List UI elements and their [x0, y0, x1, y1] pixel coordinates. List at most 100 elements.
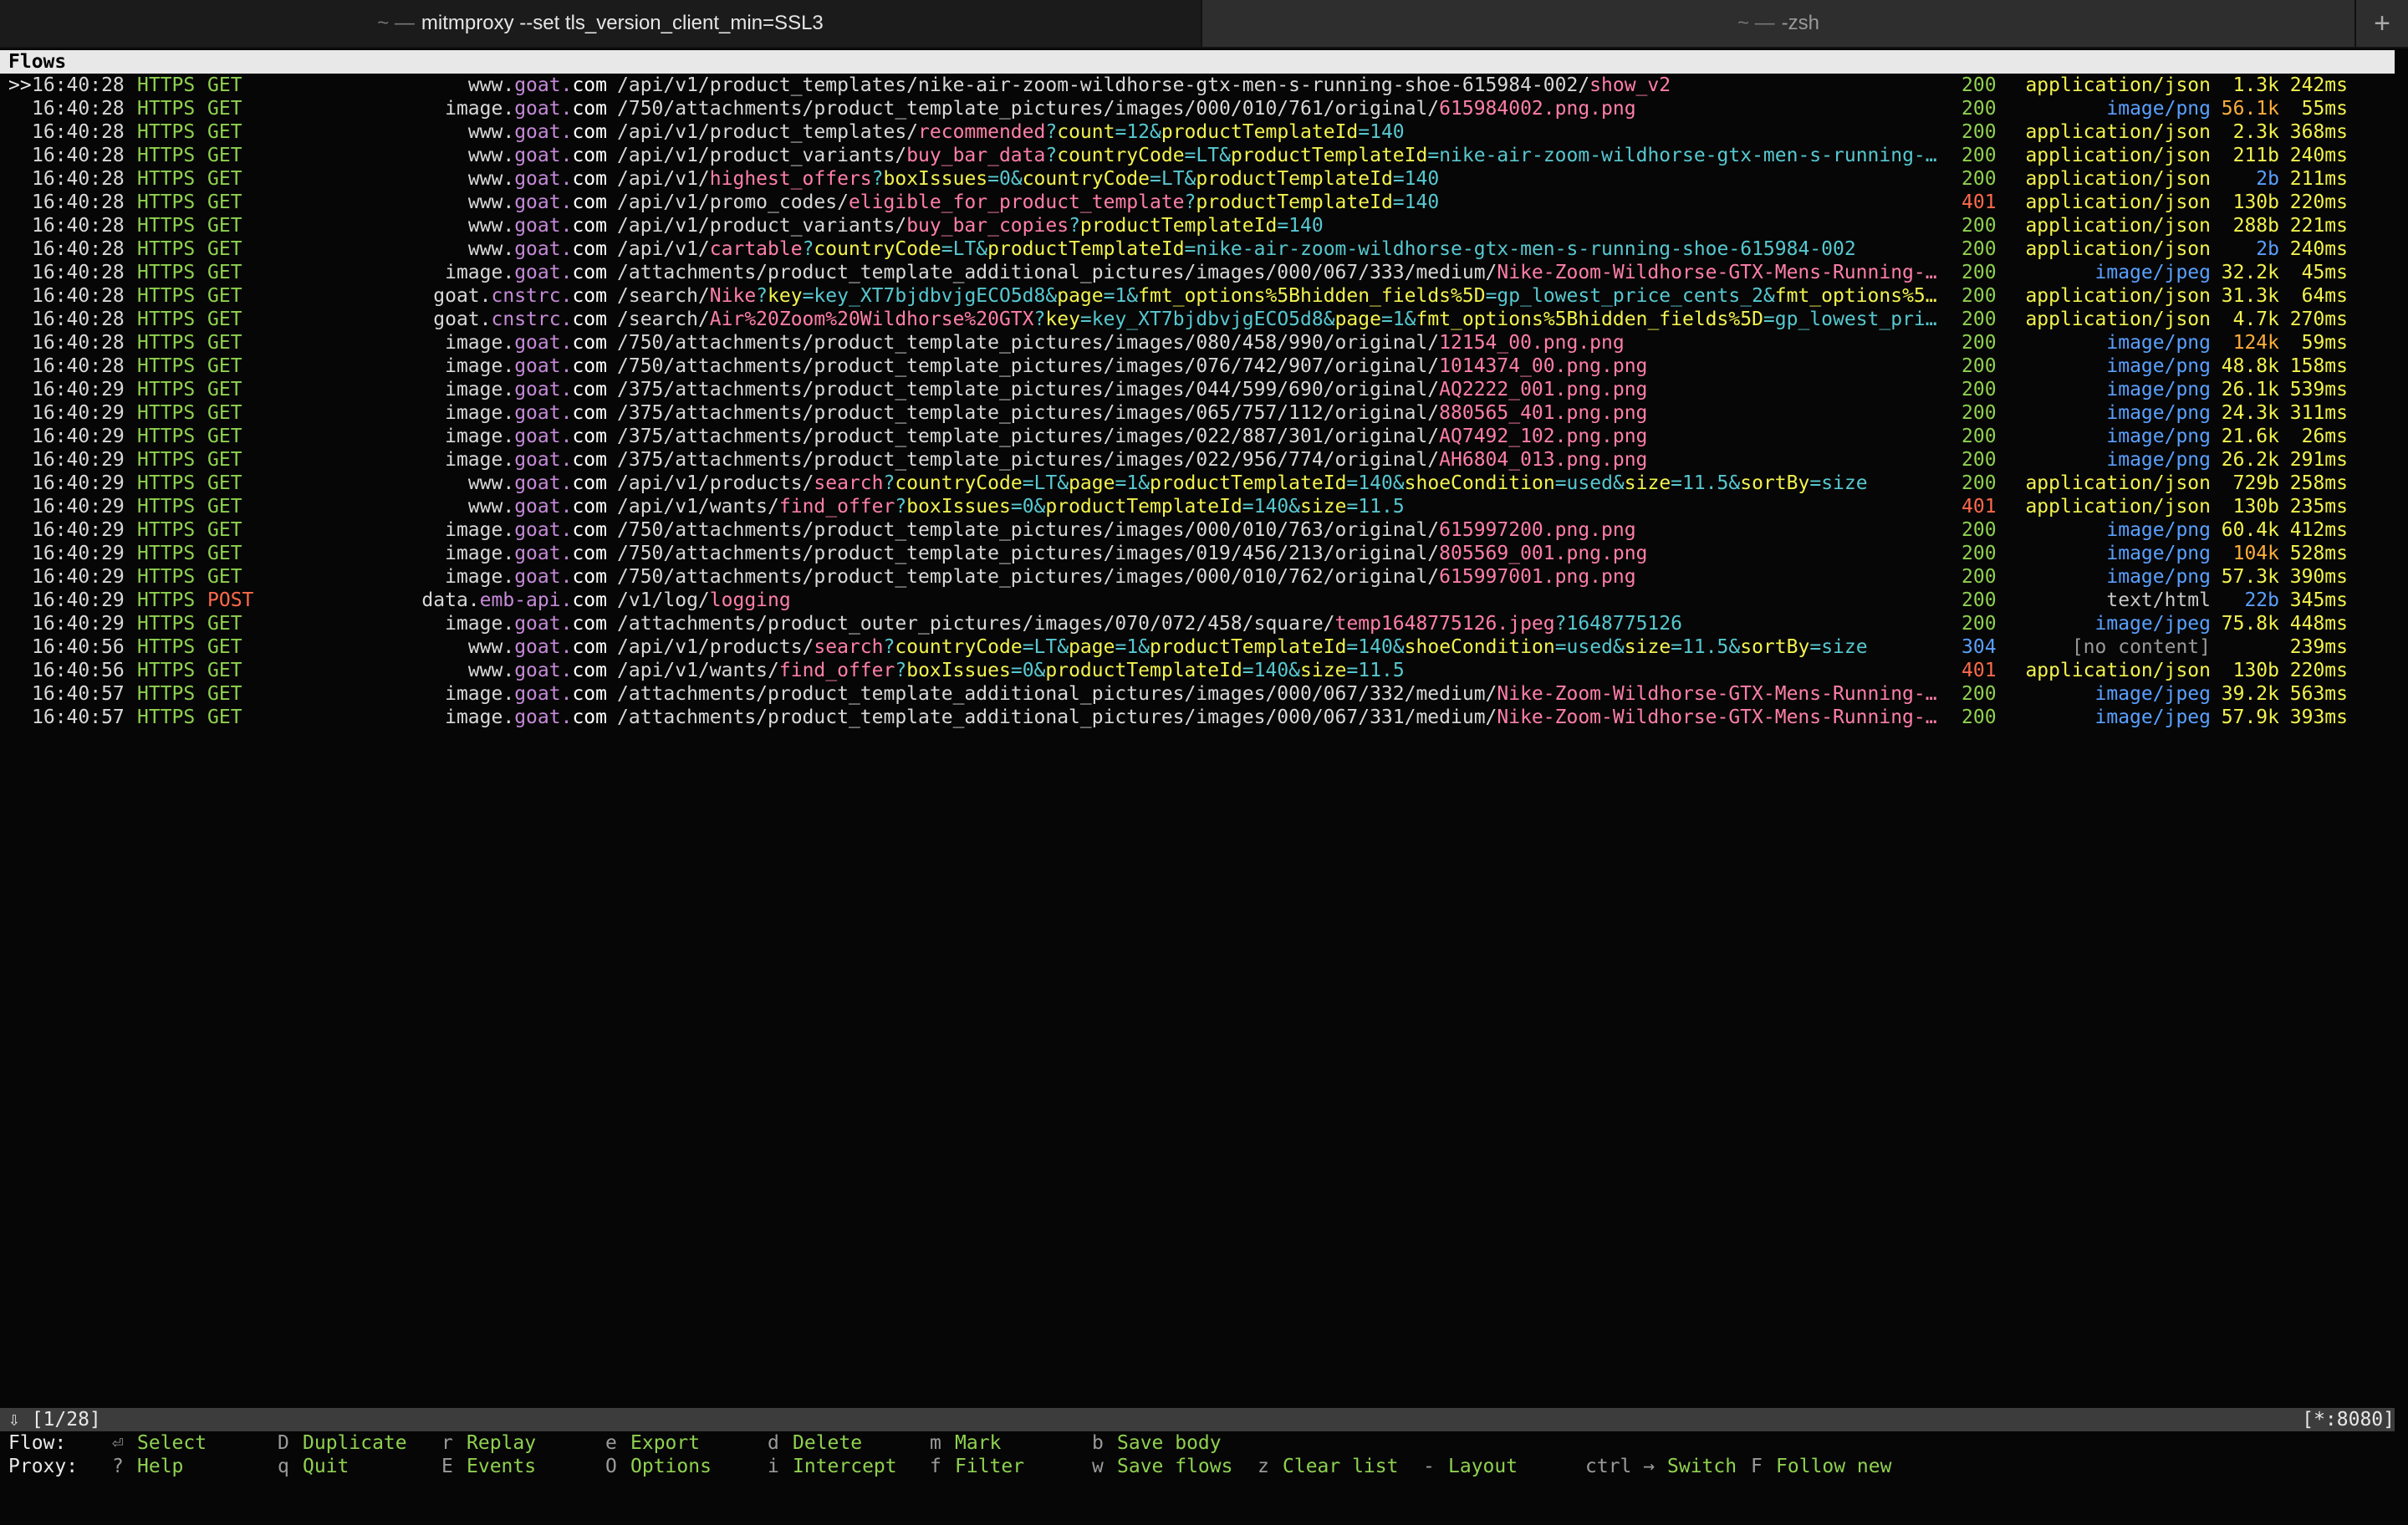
flow-method: GET [207, 191, 242, 213]
flow-row[interactable]: 16:40:28 HTTPS GET www.goat.com/api/v1/prod… [0, 214, 2408, 237]
host-subdomain: goat. [433, 309, 492, 330]
flow-row[interactable]: 16:40:28 HTTPS GET www.goat.com/api/v1/high… [0, 167, 2408, 191]
flow-row[interactable]: 16:40:56 HTTPS GET www.goat.com/api/v1/want… [0, 659, 2408, 682]
flow-row[interactable]: 16:40:57 HTTPS GET image.goat.com/attachmen… [0, 682, 2408, 706]
action-export[interactable]: Export [630, 1431, 700, 1455]
flow-scheme: HTTPS [137, 285, 196, 307]
flow-host: image.goat.com [445, 518, 607, 542]
flow-row[interactable]: 16:40:28 HTTPS GET image.goat.com/750/attac… [0, 331, 2408, 354]
flow-row[interactable]: 16:40:28 HTTPS GET goat.cnstrc.com/search/A… [0, 308, 2408, 331]
flow-row[interactable]: 16:40:29 HTTPS GET image.goat.com/750/attac… [0, 542, 2408, 565]
flow-scheme: HTTPS [137, 566, 196, 588]
flow-host: image.goat.com [445, 542, 607, 565]
host-tld: com [572, 402, 607, 424]
flow-path: /api/v1/highest_offers?boxIssues=0&count… [617, 167, 1953, 191]
flow-list: >> 16:40:28 HTTPS GET www.goat.com/api/v1/pr… [0, 74, 2408, 729]
flow-row[interactable]: 16:40:28 HTTPS GET image.goat.com/750/attac… [0, 97, 2408, 120]
path-segment: countryCode [895, 636, 1023, 658]
key-mark-shortcut: m [930, 1432, 941, 1454]
flow-row[interactable]: 16:40:28 HTTPS GET goat.cnstrc.com/search/N… [0, 284, 2408, 308]
path-segment: size [1624, 472, 1671, 494]
status-code: 200 [1962, 472, 1997, 494]
tab-zsh[interactable]: ~ — -zsh [1202, 0, 2356, 47]
action-delete[interactable]: Delete [793, 1431, 862, 1455]
response-duration: 59ms [2301, 332, 2348, 354]
flow-row[interactable]: 16:40:28 HTTPS GET www.goat.com/api/v1/prod… [0, 144, 2408, 167]
status-code: 200 [1962, 355, 1997, 377]
flow-row[interactable]: 16:40:29 HTTPS GET www.goat.com/api/v1/prod… [0, 472, 2408, 495]
host-domain: goat. [514, 496, 573, 518]
flow-row[interactable]: 16:40:29 HTTPS GET image.goat.com/375/attac… [0, 448, 2408, 472]
path-segment: =0& [987, 168, 1023, 190]
response-duration: 270ms [2289, 309, 2348, 330]
flow-row[interactable]: 16:40:29 HTTPS GET www.goat.com/api/v1/want… [0, 495, 2408, 518]
flow-row[interactable]: 16:40:28 HTTPS GET image.goat.com/attachmen… [0, 261, 2408, 284]
path-segment: =LT& [1022, 472, 1069, 494]
host-domain: goat. [514, 683, 573, 705]
action-quit[interactable]: Quit [303, 1455, 349, 1478]
new-tab-button[interactable]: + [2356, 0, 2408, 47]
flow-row[interactable]: 16:40:28 HTTPS GET www.goat.com/api/v1/cart… [0, 237, 2408, 261]
action-help[interactable]: Help [137, 1455, 183, 1478]
flow-row[interactable]: 16:40:57 HTTPS GET image.goat.com/attachmen… [0, 706, 2408, 729]
flows-title: Flows [8, 51, 67, 73]
flow-row[interactable]: >> 16:40:28 HTTPS GET www.goat.com/api/v1/pr… [0, 74, 2408, 97]
flow-method: GET [207, 262, 242, 283]
path-segment: =140 [1277, 215, 1324, 237]
path-segment: ? [802, 238, 814, 260]
path-segment: page [1069, 636, 1115, 658]
flow-scheme: HTTPS [137, 168, 196, 190]
action-intercept[interactable]: Intercept [793, 1455, 897, 1478]
flow-path: /api/v1/product_templates/nike-air-zoom-… [617, 74, 1953, 97]
flow-row[interactable]: 16:40:29 HTTPS POST data.emb-api.com/v1/log… [0, 589, 2408, 612]
flow-path: /attachments/product_outer_pictures/imag… [617, 612, 1953, 635]
flow-timestamp: 16:40:28 [32, 309, 125, 330]
action-save-body[interactable]: Save body [1117, 1431, 1222, 1455]
flow-method: GET [207, 636, 242, 658]
status-code: 200 [1962, 543, 1997, 564]
host-subdomain: image. [445, 543, 515, 564]
host-domain: goat. [514, 449, 573, 471]
action-options[interactable]: Options [630, 1455, 712, 1478]
response-duration: 26ms [2301, 426, 2348, 447]
path-segment: 880565_401.png.png [1439, 402, 1648, 424]
response-size: 57.9k [2221, 706, 2279, 728]
content-type: application/json [2025, 472, 2211, 494]
path-segment: ? [1045, 145, 1058, 166]
flow-row[interactable]: 16:40:29 HTTPS GET image.goat.com/375/attac… [0, 401, 2408, 425]
action-select[interactable]: Select [137, 1431, 207, 1455]
flow-row[interactable]: 16:40:29 HTTPS GET image.goat.com/750/attac… [0, 518, 2408, 542]
response-duration: 448ms [2289, 613, 2348, 635]
flow-row[interactable]: 16:40:29 HTTPS GET image.goat.com/attachmen… [0, 612, 2408, 635]
response-size: 75.8k [2221, 613, 2279, 635]
action-duplicate[interactable]: Duplicate [303, 1431, 407, 1455]
path-segment: boxIssues [906, 496, 1011, 518]
host-tld: com [572, 566, 607, 588]
host-subdomain: image. [445, 449, 515, 471]
action-clear-list[interactable]: Clear list [1283, 1455, 1398, 1478]
host-tld: com [572, 309, 607, 330]
action-switch[interactable]: Switch [1667, 1455, 1737, 1478]
action-replay[interactable]: Replay [467, 1431, 536, 1455]
path-segment: show_v2 [1589, 74, 1671, 96]
action-save-flows[interactable]: Save flows [1117, 1455, 1232, 1478]
path-segment: /attachments/product_template_additional… [617, 683, 1497, 705]
flow-row[interactable]: 16:40:56 HTTPS GET www.goat.com/api/v1/prod… [0, 635, 2408, 659]
flow-row[interactable]: 16:40:28 HTTPS GET www.goat.com/api/v1/prom… [0, 191, 2408, 214]
flow-timestamp: 16:40:28 [32, 215, 125, 237]
flow-row[interactable]: 16:40:29 HTTPS GET image.goat.com/375/attac… [0, 425, 2408, 448]
action-events[interactable]: Events [467, 1455, 536, 1478]
action-mark[interactable]: Mark [955, 1431, 1001, 1455]
status-code: 200 [1962, 98, 1997, 120]
flow-row[interactable]: 16:40:28 HTTPS GET image.goat.com/750/attac… [0, 354, 2408, 378]
flow-row[interactable]: 16:40:29 HTTPS GET image.goat.com/750/attac… [0, 565, 2408, 589]
flow-row[interactable]: 16:40:29 HTTPS GET image.goat.com/375/attac… [0, 378, 2408, 401]
flow-row[interactable]: 16:40:28 HTTPS GET www.goat.com/api/v1/prod… [0, 120, 2408, 144]
action-filter[interactable]: Filter [955, 1455, 1024, 1478]
path-segment: 1014374_00.png.png [1439, 355, 1648, 377]
action-follow-new[interactable]: Follow new [1776, 1455, 1891, 1478]
content-type: image/jpeg [2094, 262, 2211, 283]
tab-mitmproxy[interactable]: ~ — mitmproxy --set tls_version_client_m… [0, 0, 1202, 47]
action-layout[interactable]: Layout [1448, 1455, 1518, 1478]
host-subdomain: www. [467, 472, 515, 494]
